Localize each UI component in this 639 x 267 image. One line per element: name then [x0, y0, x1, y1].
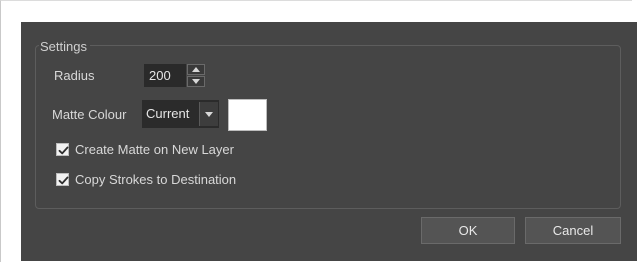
matte-colour-label: Matte Colour	[52, 107, 127, 122]
create-matte-label: Create Matte on New Layer	[75, 142, 234, 157]
chevron-up-icon	[192, 67, 200, 72]
checkmark-icon	[58, 176, 69, 185]
dropdown-arrow-button[interactable]	[199, 102, 218, 126]
checkmark-icon	[58, 146, 69, 155]
ok-button[interactable]: OK	[421, 217, 515, 244]
matte-colour-selected: Current	[146, 106, 190, 121]
radius-spinbox[interactable]: 200	[144, 64, 205, 87]
copy-strokes-label: Copy Strokes to Destination	[75, 172, 237, 187]
radius-input[interactable]: 200	[144, 64, 186, 87]
spin-up-button[interactable]	[187, 64, 205, 75]
settings-group-title: Settings	[39, 39, 90, 54]
radius-label: Radius	[54, 68, 95, 83]
chevron-down-icon	[192, 79, 200, 84]
copy-strokes-checkbox-row[interactable]: Copy Strokes to Destination	[56, 172, 236, 187]
matte-colour-swatch[interactable]	[228, 99, 267, 131]
spin-down-button[interactable]	[187, 76, 205, 87]
create-matte-checkbox[interactable]	[56, 143, 69, 156]
cancel-button[interactable]: Cancel	[525, 217, 621, 244]
create-matte-checkbox-row[interactable]: Create Matte on New Layer	[56, 142, 234, 157]
dialog: Settings Radius 200 Matte Colour Current…	[21, 22, 637, 261]
copy-strokes-checkbox[interactable]	[56, 173, 69, 186]
chevron-down-icon	[205, 111, 213, 117]
matte-colour-dropdown[interactable]: Current	[142, 100, 219, 128]
